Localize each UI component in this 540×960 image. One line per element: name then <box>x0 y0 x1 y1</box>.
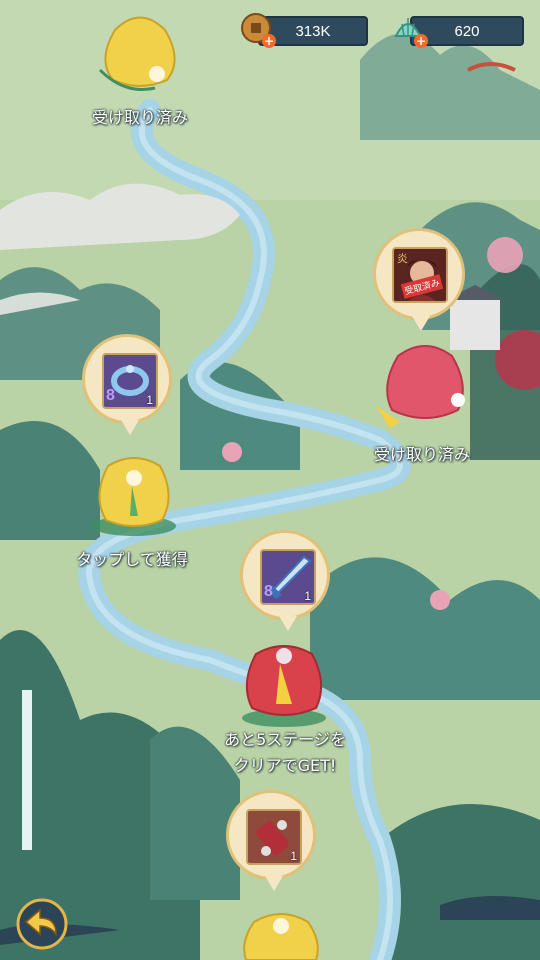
scroll-icon: 1 <box>246 809 302 865</box>
red-reward-bag-icon <box>242 645 326 727</box>
reward-bubble[interactable]: 8 1 <box>82 334 172 435</box>
back-arrow-icon[interactable] <box>12 896 72 950</box>
ring-icon: 8 1 <box>102 353 158 409</box>
add-coins-button[interactable]: + <box>262 34 276 48</box>
golden-reward-bag-icon <box>243 913 319 960</box>
gem-counter[interactable]: + 620 <box>392 12 524 48</box>
tier-mark: 8 <box>264 583 273 600</box>
tier-mark: 8 <box>106 387 115 404</box>
reward-status-label[interactable]: タップして獲得 <box>64 546 200 570</box>
coin-counter[interactable]: + 313K <box>240 12 370 48</box>
reward-status-label-line1: あと5ステージを <box>224 730 346 749</box>
item-quantity: 1 <box>290 849 297 863</box>
golden-reward-bag-icon[interactable] <box>86 448 182 538</box>
reward-bubble: 1 <box>226 790 316 891</box>
golden-reward-bag-icon <box>98 16 176 91</box>
red-reward-bag-icon <box>376 345 465 428</box>
sword-icon: 8 1 <box>260 549 316 605</box>
hero-portrait-icon: 炎 受取済み <box>392 247 448 303</box>
item-quantity: 1 <box>304 589 311 603</box>
element-mark: 炎 <box>397 252 408 265</box>
reward-status-label: 受け取り済み <box>91 108 188 127</box>
reward-bubble: 8 1 <box>240 530 330 631</box>
add-gems-button[interactable]: + <box>414 34 428 48</box>
reward-bubble: 炎 受取済み <box>373 228 465 331</box>
reward-status-label-line2: クリアでGET! <box>233 756 337 775</box>
reward-status-label: 受け取り済み <box>373 445 470 464</box>
item-quantity: 1 <box>146 393 153 407</box>
